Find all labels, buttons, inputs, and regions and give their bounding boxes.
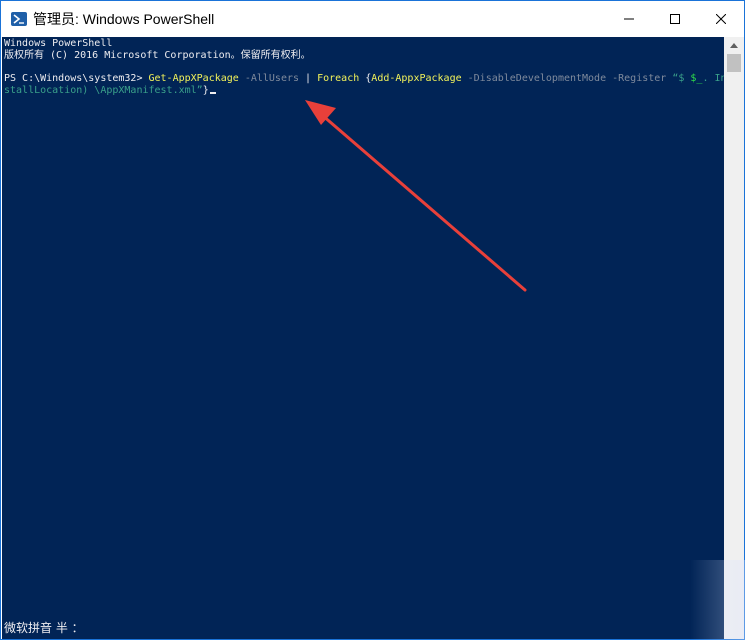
close-button[interactable] — [698, 1, 744, 37]
window-title: 管理员: Windows PowerShell — [33, 11, 215, 27]
powershell-window: 管理员: Windows PowerShell Windows PowerShe… — [0, 0, 745, 640]
command-line: PS C:\Windows\system32> Get-AppXPackage … — [4, 73, 724, 85]
string-start: “$ — [672, 73, 691, 84]
maximize-icon — [670, 14, 680, 24]
window-controls — [606, 1, 744, 37]
command-line-wrap: stallLocation) \AppXManifest.xml”} — [4, 85, 216, 97]
pipeline-variable: $_ — [690, 73, 703, 84]
minimize-button[interactable] — [606, 1, 652, 37]
pipe-operator: | — [305, 73, 318, 84]
string-mid: . In — [702, 73, 724, 84]
console-output[interactable]: Windows PowerShell 版权所有 (C) 2016 Microso… — [2, 37, 724, 639]
foreach-keyword: Foreach — [317, 73, 366, 84]
cmdlet-get-appxpackage: Get-AppXPackage — [148, 73, 239, 84]
prompt: PS C:\Windows\system32> — [4, 73, 149, 84]
title-bar[interactable]: 管理员: Windows PowerShell — [1, 1, 744, 37]
watermark — [690, 560, 745, 640]
chevron-up-icon — [730, 43, 738, 48]
cmdlet-add-appxpackage: Add-AppxPackage — [371, 73, 462, 84]
vertical-scrollbar[interactable] — [724, 37, 744, 639]
brace-close: } — [202, 85, 209, 96]
text-cursor — [209, 92, 216, 94]
close-icon — [716, 14, 726, 24]
ime-status: 微软拼音 半 ： — [4, 621, 84, 635]
param-register: -DisableDevelopmentMode -Register — [461, 73, 673, 84]
banner-line-1: Windows PowerShell — [4, 38, 113, 49]
maximize-button[interactable] — [652, 1, 698, 37]
scroll-thumb[interactable] — [727, 54, 741, 72]
banner-line-2: 版权所有 (C) 2016 Microsoft Corporation。保留所有… — [4, 50, 311, 61]
powershell-icon — [11, 12, 27, 26]
minimize-icon — [624, 18, 634, 20]
param-allusers: -AllUsers — [238, 73, 306, 84]
scroll-up-button[interactable] — [724, 37, 744, 54]
string-install-location: stallLocation) \AppXManifest.xml” — [4, 85, 203, 96]
